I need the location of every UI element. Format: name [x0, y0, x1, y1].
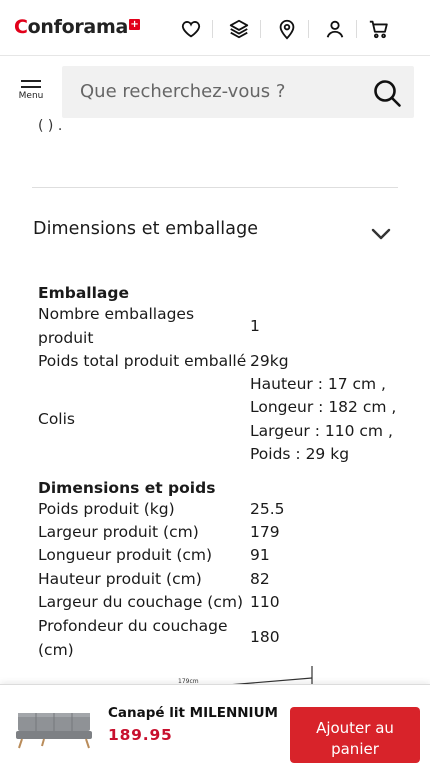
header-divider	[356, 20, 357, 38]
spec-value: 91	[250, 546, 270, 564]
search-placeholder: Que recherchez-vous ?	[80, 81, 286, 102]
search-icon[interactable]	[372, 78, 402, 108]
hamburger-bar	[21, 80, 41, 82]
spec-value: 29kg	[250, 352, 289, 370]
spec-value: 25.5	[250, 500, 285, 518]
logo-text-rest: onforama	[27, 16, 129, 38]
header-divider	[260, 20, 261, 38]
spec-label: Poids produit (kg)	[38, 500, 175, 518]
spec-value: Hauteur : 17 cm ,	[250, 375, 386, 393]
spec-label: Hauteur produit (cm)	[38, 570, 202, 588]
location-pin-icon[interactable]	[276, 18, 298, 40]
spec-label: Profondeur du couchage (cm)	[38, 617, 228, 659]
chevron-down-icon[interactable]	[371, 227, 391, 241]
product-price: 189.95	[108, 726, 173, 744]
add-to-cart-button[interactable]: Ajouter au panier	[290, 707, 420, 763]
user-icon[interactable]	[324, 18, 346, 40]
spec-value: Longeur : 182 cm ,	[250, 398, 397, 416]
spec-value: 110	[250, 593, 280, 611]
top-header: Conforama +	[0, 0, 430, 56]
header-divider	[308, 20, 309, 38]
cart-icon[interactable]	[368, 18, 390, 40]
spec-label: Largeur du couchage (cm)	[38, 593, 244, 611]
layers-icon[interactable]	[228, 18, 250, 40]
spec-label: Longueur produit (cm)	[38, 546, 213, 564]
spec-label: Largeur produit (cm)	[38, 523, 199, 541]
search-input[interactable]: Que recherchez-vous ?	[62, 66, 414, 118]
sticky-cart-bar: Canapé lit MILENNIUM 189.95 Ajouter au p…	[0, 684, 430, 768]
menu-button[interactable]: Menu	[12, 80, 50, 110]
hamburger-bar	[21, 86, 41, 88]
header-divider	[212, 20, 213, 38]
heart-icon[interactable]	[180, 18, 202, 40]
conforama-logo[interactable]: Conforama +	[14, 16, 140, 38]
packaging-title: Emballage	[38, 284, 129, 302]
section-title[interactable]: Dimensions et emballage	[33, 219, 258, 239]
spec-value: 82	[250, 570, 270, 588]
spec-value: 179	[250, 523, 280, 541]
spec-value: 1	[250, 317, 260, 335]
spec-value: Poids : 29 kg	[250, 445, 350, 463]
dimensions-title: Dimensions et poids	[38, 479, 216, 497]
section-divider	[32, 187, 398, 188]
spec-value: Largeur : 110 cm ,	[250, 422, 393, 440]
menu-label: Menu	[18, 91, 44, 101]
logo-cross: +	[128, 19, 140, 30]
spec-value: 180	[250, 628, 280, 646]
spec-label: Nombre emballages produit	[38, 305, 195, 347]
product-thumbnail[interactable]	[14, 701, 94, 751]
spec-label: Poids total produit emballé	[38, 352, 247, 370]
spec-label: Colis	[38, 410, 75, 428]
cropped-text: ( ) .	[38, 118, 63, 134]
product-name: Canapé lit MILENNIUM	[108, 705, 278, 721]
logo-first-letter: C	[14, 16, 28, 38]
